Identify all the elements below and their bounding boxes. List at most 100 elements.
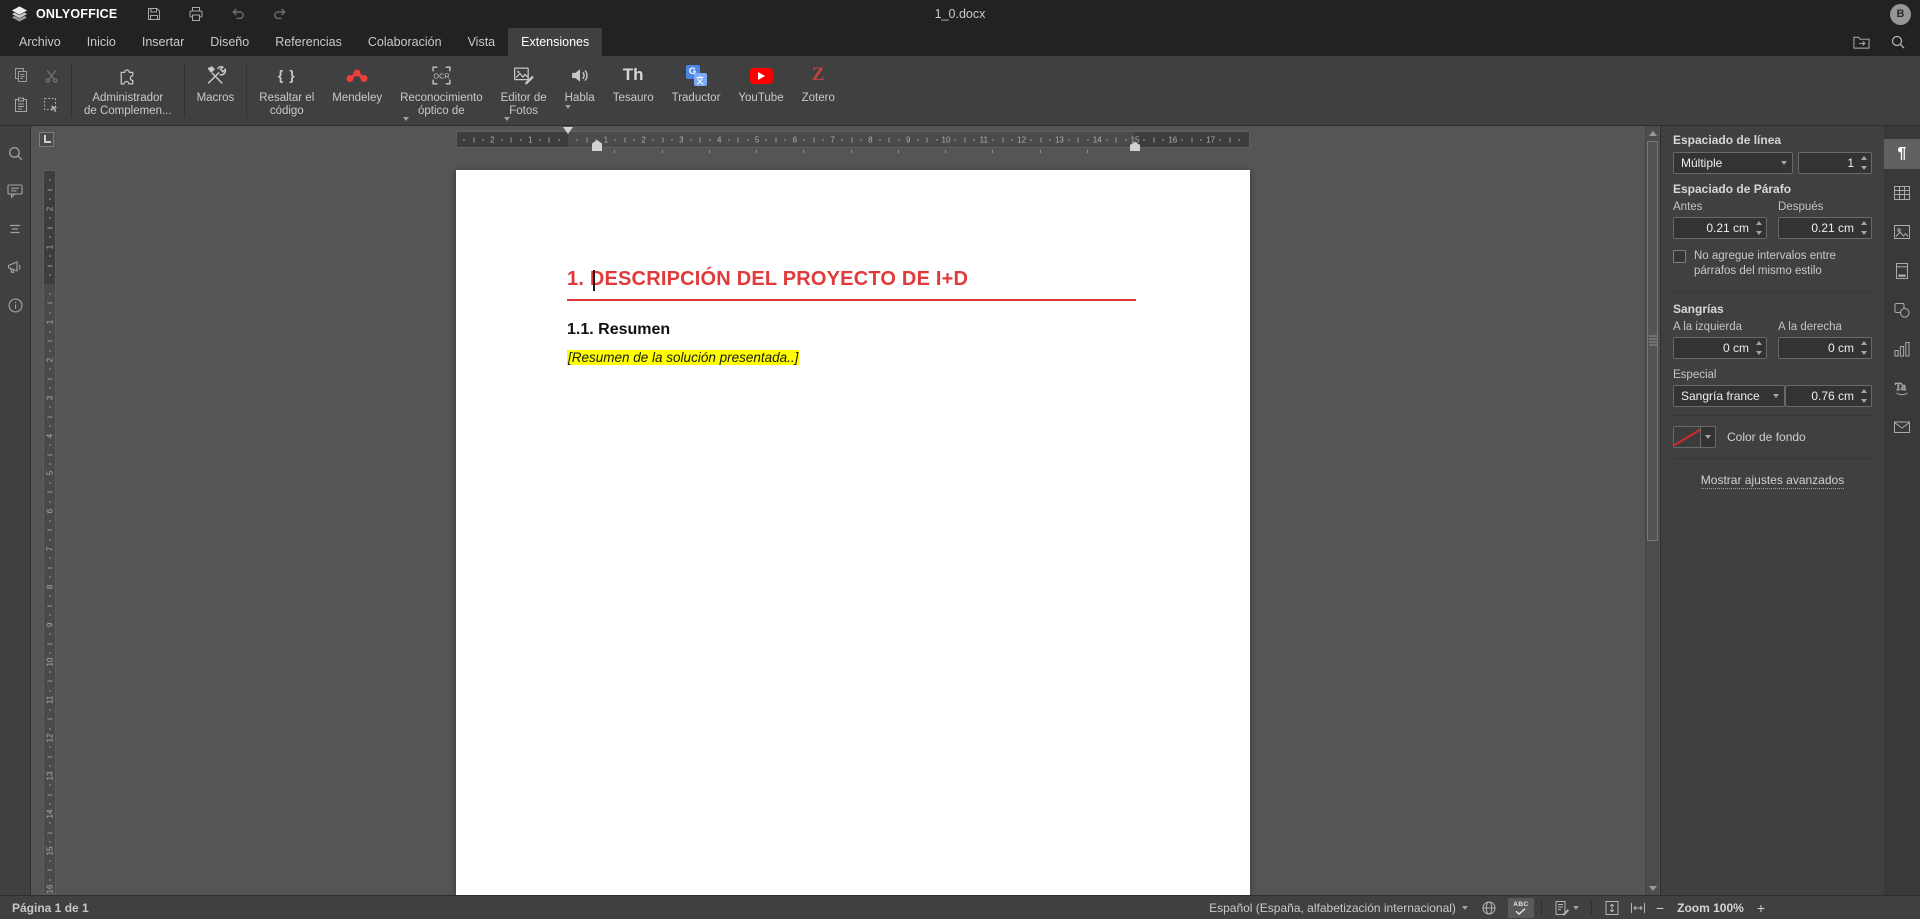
select-all-button[interactable] <box>37 91 65 119</box>
copy-button[interactable] <box>7 61 35 89</box>
feedback-button[interactable] <box>0 248 30 286</box>
spin-down-arrow[interactable] <box>1861 166 1867 170</box>
highlight-code-button[interactable]: { } Resaltar el código <box>250 56 323 125</box>
tab-diseno[interactable]: Diseño <box>197 28 262 56</box>
zoom-value-label[interactable]: Zoom 100% <box>1677 901 1744 915</box>
youtube-button[interactable]: YouTube <box>729 56 792 125</box>
special-indent-select[interactable]: Sangría france <box>1673 385 1785 407</box>
zoom-in-button[interactable]: + <box>1752 898 1770 918</box>
zotero-button[interactable]: Z Zotero <box>793 56 844 125</box>
document-language-button[interactable]: Español (España, alfabetización internac… <box>1204 898 1476 918</box>
tab-insertar[interactable]: Insertar <box>129 28 197 56</box>
indent-left-spinner[interactable]: 0 cm <box>1673 337 1767 359</box>
spin-down-arrow[interactable] <box>1861 351 1867 355</box>
background-color-label: Color de fondo <box>1727 430 1806 444</box>
tab-vista[interactable]: Vista <box>455 28 509 56</box>
vertical-ruler[interactable]: 2112345678910111213141516 <box>43 170 56 894</box>
tab-archivo[interactable]: Archivo <box>6 28 74 56</box>
search-icon <box>7 145 24 162</box>
spin-up-arrow[interactable] <box>1861 341 1867 345</box>
special-indent-spinner[interactable]: 0.76 cm <box>1785 385 1872 407</box>
line-spacing-type-select[interactable]: Múltiple <box>1673 152 1793 174</box>
page-indicator[interactable]: Página 1 de 1 <box>0 901 89 915</box>
chevron-down-icon <box>1781 161 1787 165</box>
menu-tab-bar: Archivo Inicio Insertar Diseño Referenci… <box>0 28 1920 56</box>
print-button[interactable] <box>175 0 217 28</box>
redo-button[interactable] <box>259 0 301 28</box>
zoom-out-button[interactable]: − <box>1651 898 1669 918</box>
shape-settings-tab[interactable] <box>1884 295 1920 325</box>
spin-up-arrow[interactable] <box>1756 341 1762 345</box>
ocr-button[interactable]: OCR Reconocimiento óptico de <box>391 56 491 125</box>
tab-colaboracion[interactable]: Colaboración <box>355 28 455 56</box>
highlighted-text[interactable]: [Resumen de la solución presentada..] <box>567 350 799 365</box>
textart-settings-tab[interactable]: Ta <box>1884 373 1920 403</box>
tab-extensiones[interactable]: Extensiones <box>508 28 602 56</box>
translator-button[interactable]: G Traductor <box>663 56 730 125</box>
mendeley-button[interactable]: Mendeley <box>323 56 391 125</box>
advanced-settings-link[interactable]: Mostrar ajustes avanzados <box>1701 473 1844 489</box>
tab-inicio[interactable]: Inicio <box>74 28 129 56</box>
scroll-up-button[interactable] <box>1646 126 1659 140</box>
track-changes-button[interactable] <box>1549 898 1584 918</box>
image-settings-tab[interactable] <box>1884 217 1920 247</box>
find-button[interactable] <box>0 134 30 172</box>
tab-stop-selector[interactable] <box>39 132 54 147</box>
open-file-location-button[interactable] <box>1853 35 1870 49</box>
spin-down-arrow[interactable] <box>1861 231 1867 235</box>
onlyoffice-logo[interactable]: ONLYOFFICE <box>0 5 117 24</box>
search-icon <box>1890 34 1906 50</box>
document-page[interactable]: 1. DESCRIPCIÓN DEL PROYECTO DE I+D 1.1. … <box>456 170 1250 895</box>
spin-down-arrow[interactable] <box>1756 231 1762 235</box>
spacing-before-spinner[interactable]: 0.21 cm <box>1673 217 1767 239</box>
paste-button[interactable] <box>7 91 35 119</box>
photo-editor-button[interactable]: Editor de Fotos <box>492 56 556 125</box>
toolbar-separator <box>246 63 247 118</box>
spin-up-arrow[interactable] <box>1861 389 1867 393</box>
header-search-button[interactable] <box>1890 34 1906 50</box>
spin-up-arrow[interactable] <box>1756 221 1762 225</box>
set-language-button[interactable] <box>1476 898 1502 918</box>
table-settings-tab[interactable] <box>1884 178 1920 208</box>
indent-left-label: A la izquierda <box>1673 321 1767 333</box>
indent-right-spinner[interactable]: 0 cm <box>1778 337 1872 359</box>
document-heading-2[interactable]: 1.1. Resumen <box>567 320 670 340</box>
spin-up-arrow[interactable] <box>1861 156 1867 160</box>
chart-settings-tab[interactable] <box>1884 334 1920 364</box>
spin-down-arrow[interactable] <box>1861 399 1867 403</box>
navigation-headings-button[interactable] <box>0 210 30 248</box>
vertical-scrollbar[interactable] <box>1645 126 1659 895</box>
line-spacing-value-spinner[interactable]: 1 <box>1798 152 1872 174</box>
indent-right-label: A la derecha <box>1778 321 1872 333</box>
fit-page-button[interactable] <box>1599 898 1625 918</box>
highlight-code-label-1: Resaltar el <box>259 92 314 105</box>
spin-up-arrow[interactable] <box>1861 221 1867 225</box>
fit-width-button[interactable] <box>1625 898 1651 918</box>
document-heading-1[interactable]: 1. DESCRIPCIÓN DEL PROYECTO DE I+D <box>567 267 1136 301</box>
undo-button[interactable] <box>217 0 259 28</box>
horizontal-ruler[interactable]: 211234567891011121314151617 <box>456 131 1250 148</box>
user-avatar[interactable]: B <box>1890 4 1911 25</box>
headers-footers-settings-tab[interactable] <box>1884 256 1920 286</box>
cut-button[interactable] <box>37 61 65 89</box>
speech-button[interactable]: Habla <box>556 56 604 125</box>
tab-referencias[interactable]: Referencias <box>262 28 355 56</box>
first-line-indent-marker[interactable] <box>563 127 573 134</box>
scroll-down-button[interactable] <box>1646 881 1659 895</box>
about-button[interactable] <box>0 286 30 324</box>
save-button[interactable] <box>133 0 175 28</box>
thesaurus-button[interactable]: Th Tesauro <box>604 56 663 125</box>
no-intervals-label[interactable]: No agregue intervalos entre párrafos del… <box>1694 249 1854 279</box>
scrollbar-thumb[interactable] <box>1647 141 1658 541</box>
spacing-after-spinner[interactable]: 0.21 cm <box>1778 217 1872 239</box>
no-intervals-checkbox[interactable] <box>1673 250 1686 263</box>
spin-down-arrow[interactable] <box>1756 351 1762 355</box>
background-color-button[interactable] <box>1673 426 1716 448</box>
comments-button[interactable] <box>0 172 30 210</box>
paragraph-settings-tab[interactable]: ¶ <box>1884 139 1920 169</box>
plugin-manager-button[interactable]: Administrador de Complemen... <box>75 56 181 125</box>
mail-merge-tab[interactable] <box>1884 412 1920 442</box>
macros-button[interactable]: Macros <box>188 56 244 125</box>
document-placeholder-paragraph[interactable]: [Resumen de la solución presentada..] <box>567 349 799 366</box>
spellcheck-button[interactable]: ABC <box>1508 898 1534 918</box>
